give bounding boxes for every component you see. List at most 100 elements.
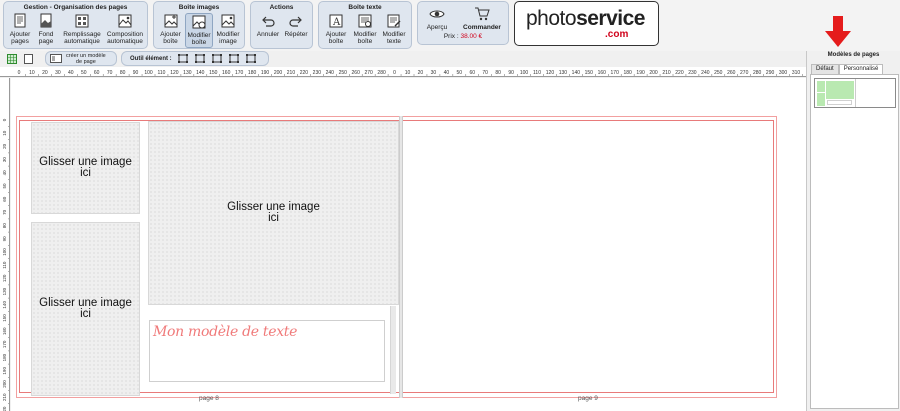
ruler-tick-label: 10 [405, 70, 411, 76]
ruler-tick-label: 220 [675, 70, 684, 76]
ruler-tick-label: 250 [714, 70, 723, 76]
ruler-tick-label: 170 [235, 70, 244, 76]
ruler-tick-label: 250 [339, 70, 348, 76]
ruler-tick-label: 310 [792, 70, 801, 76]
redo-button[interactable]: Répéter [282, 13, 310, 48]
undo-button[interactable]: Annuler [254, 13, 282, 48]
ruler-tick-label: 130 [559, 70, 568, 76]
align-top-right-icon[interactable] [194, 54, 205, 63]
add-image-box-icon [164, 14, 177, 28]
page-models-panel: Modèles de pages Défaut Personnalisé [806, 16, 900, 411]
vertical-ruler: 0 10 20 30 40 50 60 70 80 90 100 110 120 130 140 150 160… [0, 78, 10, 411]
edit-image-box-button[interactable]: Modifier boîte [185, 13, 213, 48]
page-model-thumbnail[interactable] [814, 78, 896, 108]
ruler-tick-label: 290 [766, 70, 775, 76]
ruler-tick-label: 40 [2, 170, 7, 176]
image-drop-zone-3[interactable]: Glisser une image ici [148, 121, 399, 305]
page-spine [399, 116, 403, 398]
panel-tabs: Défaut Personnalisé [811, 64, 884, 74]
group-image-box-title: Boîte images [178, 4, 220, 11]
ruler-tick-label: 110 [157, 70, 165, 76]
ruler-tick-label: 10 [2, 130, 7, 136]
ruler-tick-label: 190 [636, 70, 645, 76]
ruler-tick-label: 50 [81, 70, 87, 76]
thumb-spine [855, 79, 856, 107]
edit-image-icon [221, 14, 235, 28]
ruler-tick-label: 60 [469, 70, 475, 76]
tab-custom[interactable]: Personnalisé [838, 64, 884, 74]
gutter-bar [390, 306, 396, 394]
ruler-tick-label: 300 [779, 70, 788, 76]
ruler-tick-label: 10 [29, 70, 35, 76]
auto-fill-button[interactable]: Remplissage automatique [60, 13, 104, 48]
auto-layout-button[interactable]: Composition automatique [104, 13, 146, 48]
ruler-tick-label: 160 [598, 70, 607, 76]
ruler-tick-label: 110 [533, 70, 541, 76]
auto-layout-icon [118, 14, 132, 28]
ruler-tick-label: 50 [457, 70, 463, 76]
logo-com: .com [605, 29, 629, 40]
ruler-tick-label: 200 [274, 70, 283, 76]
align-center-icon[interactable] [211, 54, 222, 63]
add-text-box-button[interactable]: A Ajouter boîte [322, 13, 350, 48]
redo-icon [289, 16, 302, 27]
ribbon: Gestion - Organisation des pages Ajouter… [0, 0, 900, 51]
ruler-tick-label: 50 [2, 183, 7, 189]
page-background-button[interactable]: Fond page [35, 13, 57, 48]
cart-icon [475, 7, 490, 21]
create-page-model-button[interactable]: créer un modèle de page [45, 51, 117, 66]
ruler-tick-label: 100 [520, 70, 529, 76]
ruler-tick-label: 0 [393, 70, 396, 76]
ruler-tick-label: 150 [585, 70, 594, 76]
ruler-tick-label: 210 [662, 70, 671, 76]
single-page-button[interactable] [22, 52, 34, 65]
ruler-tick-label: 90 [2, 236, 7, 242]
ruler-tick-label: 190 [2, 367, 7, 375]
ruler-tick-label: 260 [352, 70, 361, 76]
grid-toggle-button[interactable] [6, 52, 18, 65]
ruler-tick-label: 130 [2, 287, 7, 295]
edit-text-icon [387, 14, 401, 28]
ruler-tick-label: 70 [2, 209, 7, 215]
ruler-tick-label: 0 [2, 118, 7, 121]
ruler-tick-label: 210 [287, 70, 296, 76]
ruler-tick-label: 0 [18, 70, 21, 76]
add-pages-icon [14, 13, 26, 28]
image-drop-zone-2[interactable]: Glisser une image ici [31, 222, 140, 396]
ruler-tick-label: 270 [740, 70, 749, 76]
undo-icon [262, 16, 275, 27]
group-actions-title: Actions [269, 4, 294, 11]
align-top-left-icon[interactable] [177, 54, 188, 63]
horizontal-ruler: 0 10 20 30 40 50 60 70 80 90 100 110 120 130 140 150 160… [0, 67, 806, 77]
ruler-tick-label: 170 [611, 70, 620, 76]
edit-text-box-button[interactable]: Modifier boîte [351, 13, 379, 48]
ruler-tick-label: 180 [623, 70, 632, 76]
edit-image-button[interactable]: Modifier image [214, 13, 242, 48]
group-actions: Actions Annuler Répéter [250, 1, 313, 49]
ruler-tick-label: 40 [68, 70, 74, 76]
ruler-tick-label: 260 [727, 70, 736, 76]
ruler-tick-label: 80 [120, 70, 126, 76]
ruler-tick-label: 30 [55, 70, 61, 76]
ruler-tick-label: 230 [313, 70, 322, 76]
edit-image-box-icon [192, 15, 206, 29]
ruler-tick-label: 30 [2, 157, 7, 163]
ruler-tick-label: 70 [107, 70, 113, 76]
edit-text-button[interactable]: Modifier texte [380, 13, 408, 48]
ruler-tick-label: 70 [482, 70, 488, 76]
tab-default[interactable]: Défaut [811, 64, 839, 74]
ruler-tick-label: 100 [2, 248, 7, 256]
ruler-tick-label: 240 [701, 70, 710, 76]
ruler-tick-label: 140 [2, 301, 7, 309]
image-drop-zone-1[interactable]: Glisser une image ici [31, 122, 140, 214]
add-pages-button[interactable]: Ajouter pages [8, 13, 32, 48]
add-image-box-button[interactable]: Ajouter boîte [157, 13, 184, 48]
ruler-tick-label: 200 [649, 70, 658, 76]
ruler-tick-label: 220 [300, 70, 309, 76]
vertical-ruler-scale: 0 10 20 30 40 50 60 70 80 90 100 110 120 130 140 150 160… [2, 118, 9, 411]
align-bottom-left-icon[interactable] [228, 54, 239, 63]
arrow-down-icon [825, 16, 851, 47]
align-bottom-right-icon[interactable] [245, 54, 256, 63]
text-box[interactable]: Mon modèle de texte [149, 320, 385, 382]
ruler-tick-label: 90 [508, 70, 514, 76]
